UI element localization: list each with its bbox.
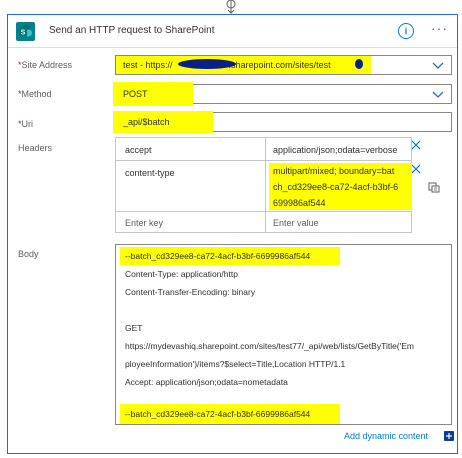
redaction-scribble bbox=[178, 59, 236, 69]
http-request-action-card: S Send an HTTP request to SharePoint i ·… bbox=[7, 14, 458, 454]
header-key[interactable]: accept bbox=[125, 145, 152, 155]
header-value[interactable]: application/json;odata=verbose bbox=[273, 145, 397, 155]
close-icon[interactable] bbox=[411, 140, 421, 150]
switch-mode-icon[interactable] bbox=[428, 181, 440, 193]
method-value: POST bbox=[123, 89, 148, 99]
more-icon[interactable]: ··· bbox=[431, 20, 448, 36]
method-field[interactable]: POST bbox=[113, 82, 452, 106]
body-line: GET bbox=[125, 323, 143, 333]
svg-text:S: S bbox=[21, 30, 26, 37]
value-input[interactable]: Enter value bbox=[273, 218, 319, 228]
headers-table: accept application/json;odata=verbose co… bbox=[115, 137, 412, 233]
site-address-field[interactable]: test - https://.sharepoint.com/sites/tes… bbox=[115, 55, 452, 75]
body-line: --batch_cd329ee8-ca72-4acf-b3bf-6699986a… bbox=[125, 409, 311, 419]
close-icon[interactable] bbox=[411, 164, 421, 174]
info-icon[interactable]: i bbox=[398, 23, 414, 39]
redaction-scribble bbox=[355, 59, 363, 69]
body-line: Content-Transfer-Encoding: binary bbox=[125, 287, 256, 297]
add-dynamic-content-icon[interactable] bbox=[444, 431, 454, 441]
header-key[interactable]: content-type bbox=[125, 168, 175, 178]
uri-label: *Uri bbox=[18, 119, 34, 129]
body-line: --batch_cd329ee8-ca72-4acf-b3bf-6699986a… bbox=[125, 251, 311, 261]
body-line: Accept: application/json;odata=nometadat… bbox=[125, 377, 288, 387]
body-line: https://mydevashiq.sharepoint.com/sites/… bbox=[125, 341, 415, 351]
action-header[interactable]: S Send an HTTP request to SharePoint i ·… bbox=[8, 15, 457, 48]
body-line: ployeeInformation')/items?$select=Title,… bbox=[125, 359, 346, 369]
key-input[interactable]: Enter key bbox=[125, 218, 163, 228]
action-title: Send an HTTP request to SharePoint bbox=[49, 25, 215, 36]
method-label: *Method bbox=[18, 89, 52, 99]
uri-value: _api/$batch bbox=[123, 117, 170, 127]
header-value-line[interactable]: 699986af544 bbox=[273, 198, 326, 208]
header-value-line[interactable]: ch_cd329ee8-ca72-4acf-b3bf-6 bbox=[273, 182, 398, 192]
site-address-label: *Site Address bbox=[18, 60, 73, 70]
body-line: Content-Type: application/http bbox=[125, 269, 238, 279]
uri-field[interactable]: _api/$batch bbox=[113, 111, 452, 133]
header-value-line[interactable]: multipart/mixed; boundary=bat bbox=[273, 166, 394, 176]
chevron-down-icon[interactable] bbox=[432, 88, 444, 100]
add-dynamic-content-link[interactable]: Add dynamic content bbox=[344, 431, 428, 441]
body-label: Body bbox=[18, 249, 39, 259]
chevron-down-icon[interactable] bbox=[432, 59, 444, 71]
row-divider bbox=[116, 160, 411, 161]
column-divider bbox=[265, 138, 266, 232]
row-divider bbox=[116, 211, 411, 212]
sharepoint-icon: S bbox=[16, 22, 35, 41]
arrow-down-icon bbox=[226, 0, 236, 14]
headers-label: Headers bbox=[18, 143, 53, 153]
body-textarea[interactable]: --batch_cd329ee8-ca72-4acf-b3bf-6699986a… bbox=[115, 244, 452, 425]
